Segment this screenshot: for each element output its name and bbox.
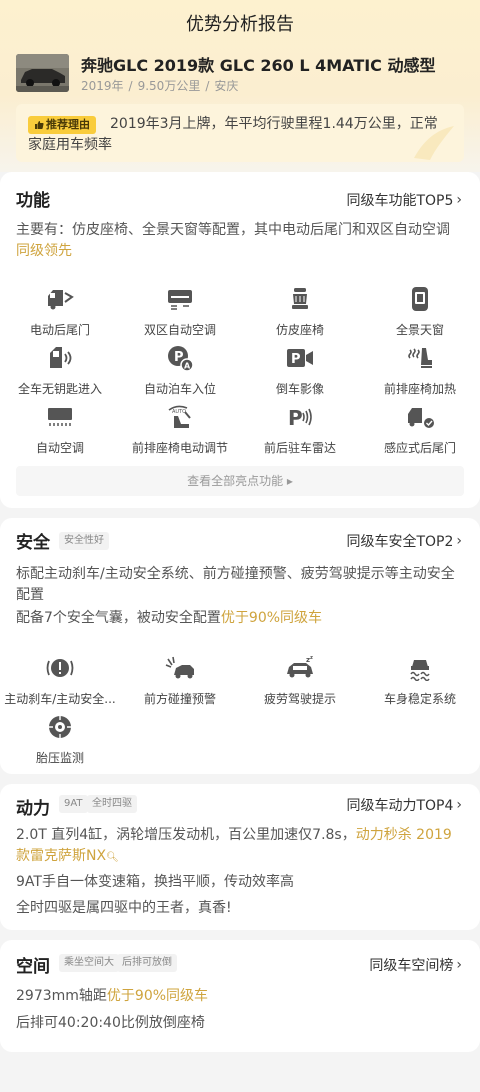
safety-tag: 安全性好 [59,532,109,550]
safety-card: 安全 安全性好 同级车安全TOP2 › 标配主动刹车/主动安全系统、前方碰撞预警、… [0,518,480,774]
tire-pressure-icon [49,716,71,738]
dual-zone-ac-icon [168,290,192,310]
feature-label: 自动泊车入位 [143,382,216,396]
features-card: 功能 同级车功能TOP5 › 主要有：仿皮座椅、全景天窗等配置，其中电动后尾门和双… [0,172,480,508]
feature-label: 感应式后尾门 [383,441,456,455]
feature-item[interactable]: 全景天窗 [360,285,480,344]
recommend-reason-box: 推荐理由 2019年3月上牌，年平均行驶里程1.44万公里，正常家庭用车频率 [16,104,464,162]
feature-item[interactable]: 仿皮座椅 [240,285,360,344]
power-card: 动力 9AT 全时四驱 同级车动力TOP4 › 2.0T 直列4缸，涡轮增压发动机… [0,784,480,930]
power-tailgate-icon [48,290,74,310]
power-line-2: 9AT手自一体变速箱，换挡平顺，传动效率高 [16,874,294,890]
space-tag-ride: 乘坐空间大 [59,954,119,972]
feature-label: 前排座椅加热 [383,382,456,396]
feature-label: 前后驻车雷达 [263,441,336,455]
chevron-right-icon: › [456,957,462,973]
space-line-1: 2973mm轴距优于90%同级车 [16,988,209,1004]
car-year: 2019年 [81,79,124,93]
svg-text:P: P [288,406,303,429]
stability-control-icon [410,660,430,681]
safety-title: 安全 [16,533,50,553]
svg-text:A: A [184,362,191,371]
space-title: 空间 [16,957,50,977]
feature-item[interactable]: 全车无钥匙进入 [0,344,120,403]
active-brake-icon [46,659,74,677]
feature-label: 全景天窗 [395,323,444,337]
chevron-right-icon: › [456,797,462,813]
feature-item[interactable]: 自动空调 [0,403,120,462]
view-all-features-button[interactable]: 查看全部亮点功能 ▸ [16,466,464,496]
feature-label: 倒车影像 [275,382,324,396]
chevron-right-icon: › [456,192,462,208]
feature-label: 自动空调 [35,441,84,455]
features-title: 功能 [16,191,50,211]
power-top-link[interactable]: 同级车动力TOP4 › [346,795,462,815]
page-title: 优势分析报告 [186,14,294,35]
search-icon[interactable]: 🔍︎ [106,852,119,863]
feature-label: 双区自动空调 [143,323,216,337]
feature-label: 电动后尾门 [29,323,90,337]
feature-item[interactable]: 电动后尾门 [0,285,120,344]
features-top-link[interactable]: 同级车功能TOP5 › [346,190,462,210]
safety-item[interactable]: 车身稳定系统 [360,654,480,713]
feature-item[interactable]: P 前后驻车雷达 [240,403,360,462]
feature-label: 仿皮座椅 [275,323,324,337]
space-tag-fold: 后排可放倒 [117,954,177,972]
feature-item[interactable]: PA 自动泊车入位 [120,344,240,403]
safety-label: 疲劳驾驶提示 [263,692,336,706]
panoramic-sunroof-icon [412,287,428,311]
parking-radar-icon: P [288,406,312,429]
collision-warning-icon [165,656,194,679]
power-line-3: 全时四驱是属四驱中的王者，真香! [16,900,232,916]
feature-item[interactable]: 双区自动空调 [120,285,240,344]
car-name: 奔驰GLC 2019款 GLC 260 L 4MATIC 动感型 [81,56,436,75]
power-tag-drive: 全时四驱 [87,795,137,813]
car-meta: 2019年/9.50万公里 / 安庆 [81,79,239,93]
safety-label: 车身稳定系统 [383,692,456,706]
safety-item[interactable]: 前方碰撞预警 [120,654,240,713]
recommend-reason-text: 2019年3月上牌，年平均行驶里程1.44万公里，正常家庭用车频率 [28,116,438,153]
chevron-right-icon: › [456,533,462,549]
feature-item[interactable]: 感应式后尾门 [360,403,480,462]
safety-item[interactable]: 胎压监测 [0,713,120,772]
keyless-entry-icon [50,347,72,368]
car-city: 安庆 [214,79,239,93]
safety-line-1: 标配主动刹车/主动安全系统、前方碰撞预警、疲劳驾驶提示等主动安全配置 [16,566,455,603]
power-title: 动力 [16,799,50,819]
reverse-camera-icon: P [287,349,313,367]
fatigue-alert-icon: zz [287,655,313,678]
feature-item[interactable]: 前排座椅加热 [360,344,480,403]
feature-label: 前排座椅电动调节 [131,441,228,455]
leather-seat-icon [292,288,308,309]
features-grid: 电动后尾门 双区自动空调 仿皮座椅 全景天窗 全车无钥匙进入 PA 自动泊车入位… [0,285,480,462]
safety-item[interactable]: 主动刹车/主动安全... [0,654,120,713]
power-tag-transmission: 9AT [59,795,88,813]
feature-item[interactable]: AUTO 前排座椅电动调节 [120,403,240,462]
feature-label: 全车无钥匙进入 [17,382,102,396]
safety-item[interactable]: zz 疲劳驾驶提示 [240,654,360,713]
space-ranking-link[interactable]: 同级车空间榜 › [369,955,462,975]
sensor-tailgate-icon [408,408,434,428]
safety-grid: 主动刹车/主动安全... 前方碰撞预警 zz 疲劳驾驶提示 车身稳定系统 胎压监… [0,654,480,772]
auto-ac-icon [48,408,72,426]
power-line-1: 2.0T 直列4缸，涡轮增压发动机，百公里加速仅7.8s，动力秒杀 2019款雷… [16,827,452,864]
seat-heating-icon [408,348,432,368]
space-card: 空间 乘坐空间大 后排可放倒 同级车空间榜 › 2973mm轴距优于90%同级车 … [0,940,480,1052]
safety-top-link[interactable]: 同级车安全TOP2 › [346,531,462,551]
feature-item[interactable]: P 倒车影像 [240,344,360,403]
auto-parking-icon: PA [168,346,194,372]
car-mileage: 9.50万公里 [137,79,201,93]
power-seat-icon: AUTO [168,405,191,428]
safety-label: 前方碰撞预警 [143,692,216,706]
safety-line-2: 配备7个安全气囊，被动安全配置优于90%同级车 [16,610,323,626]
features-summary: 主要有：仿皮座椅、全景天窗等配置，其中电动后尾门和双区自动空调同级领先 [16,222,450,259]
svg-text:z: z [310,655,313,661]
space-line-2: 后排可40:20:40比例放倒座椅 [16,1015,205,1031]
car-thumbnail[interactable] [16,54,69,92]
svg-text:AUTO: AUTO [172,409,186,415]
safety-label: 主动刹车/主动安全... [4,692,116,706]
header-area: 优势分析报告 奔驰GLC 2019款 GLC 260 L 4MATIC 动感型 … [0,0,480,172]
safety-label: 胎压监测 [35,751,84,765]
svg-text:P: P [291,352,301,367]
